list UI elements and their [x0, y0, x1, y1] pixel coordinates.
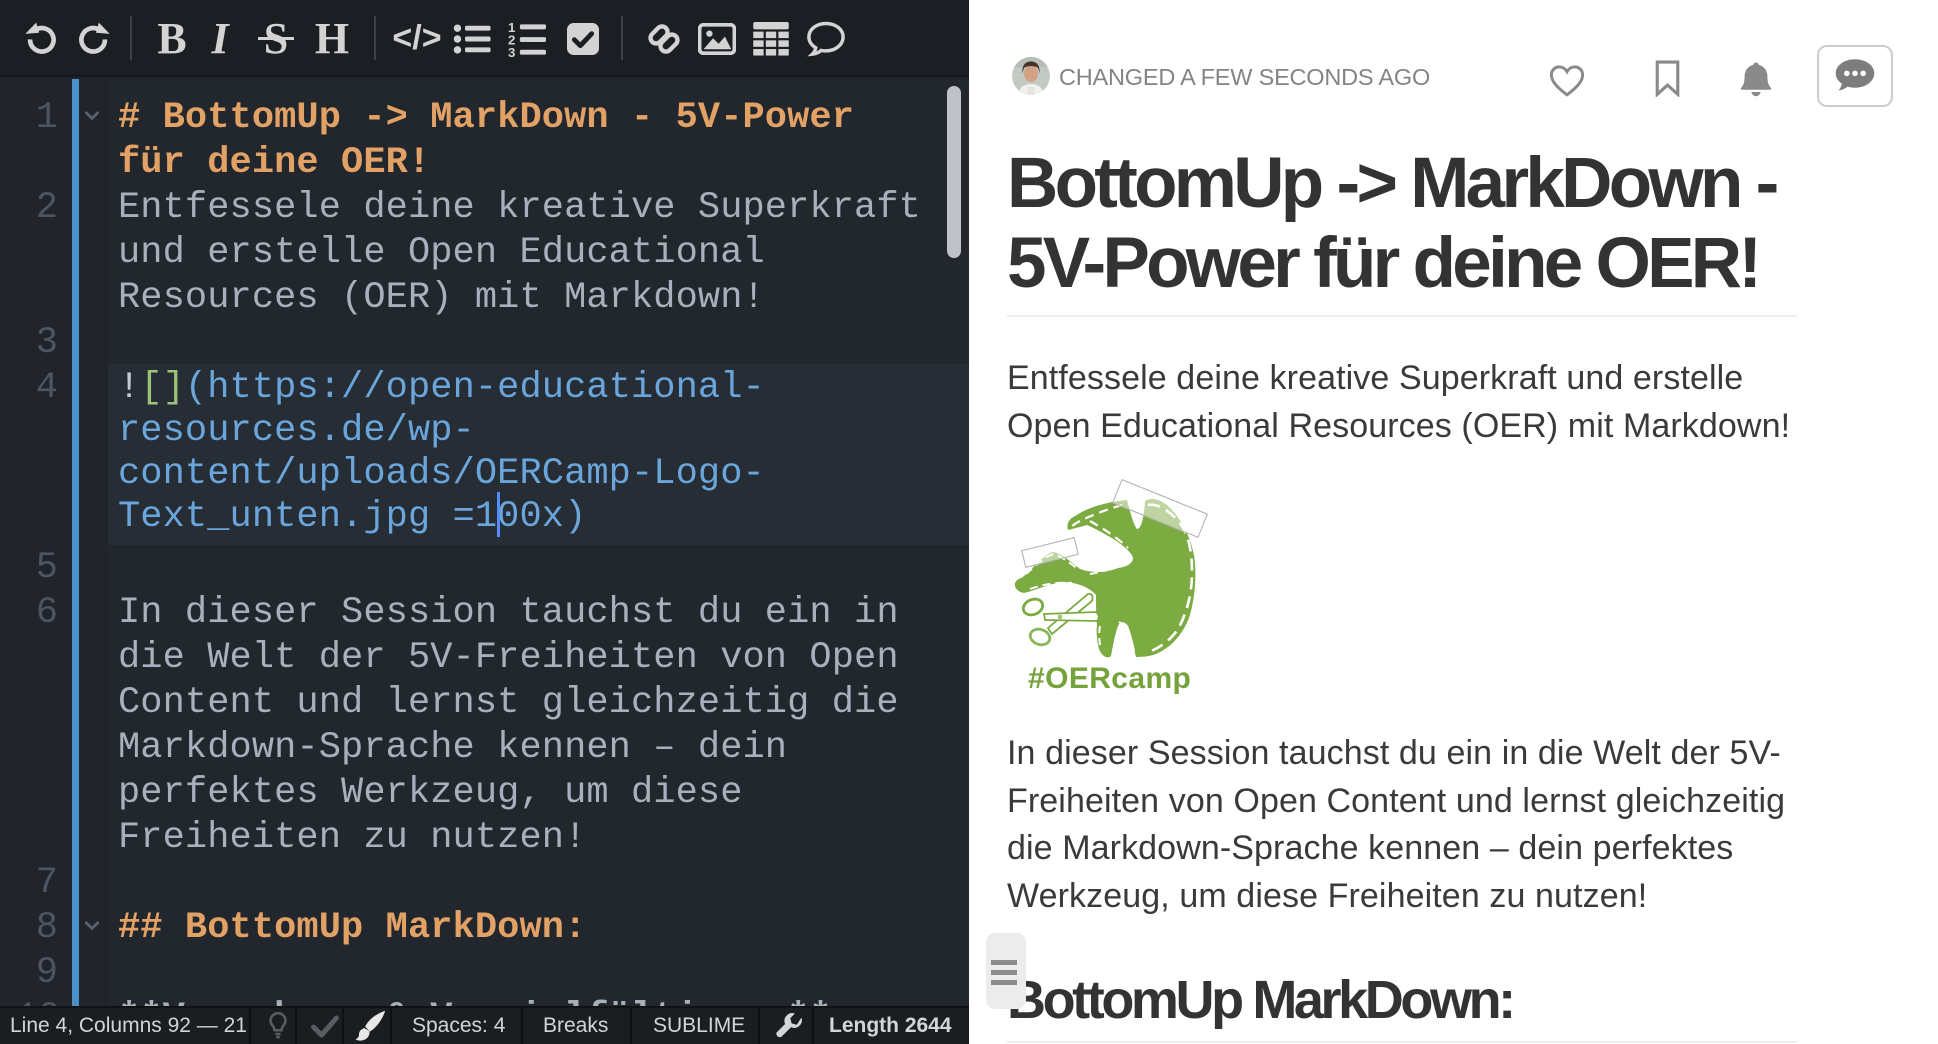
- svg-text:3: 3: [508, 45, 515, 58]
